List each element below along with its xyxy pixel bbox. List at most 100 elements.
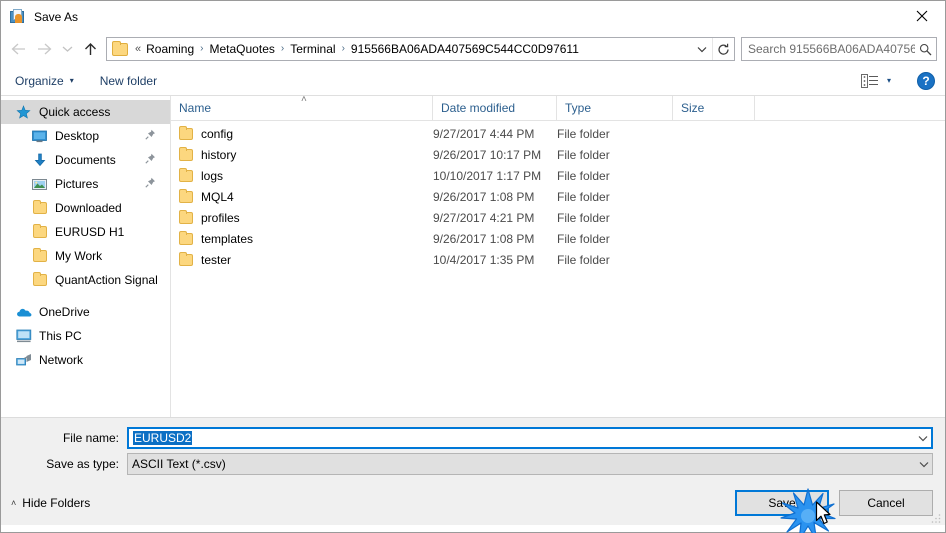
table-row[interactable]: templates 9/26/2017 1:08 PM File folder <box>171 228 945 249</box>
up-arrow-icon[interactable] <box>77 36 103 62</box>
filename-value-wrap[interactable]: EURUSD2 <box>129 431 914 445</box>
sidebar-item-network[interactable]: Network <box>1 348 170 372</box>
address-bar[interactable]: « Roaming › MetaQuotes › Terminal › 9155… <box>106 37 735 61</box>
view-mode-chevron-icon[interactable]: ▾ <box>887 76 891 85</box>
new-folder-button[interactable]: New folder <box>100 74 157 88</box>
file-list-header: Name ˄ Date modified Type Size <box>171 93 945 121</box>
folder-icon <box>179 209 193 224</box>
organize-button[interactable]: Organize ▾ <box>15 74 74 88</box>
sidebar-item-eurusd-h1[interactable]: EURUSD H1 <box>1 220 170 244</box>
sidebar-item-this-pc[interactable]: This PC <box>1 324 170 348</box>
search-input[interactable]: Search 915566BA06ADA40756... <box>742 42 915 56</box>
folder-icon <box>112 40 128 56</box>
chevron-down-icon[interactable] <box>692 38 712 60</box>
sidebar-item-label: Documents <box>55 153 116 167</box>
sidebar-item-quick-access[interactable]: Quick access <box>1 100 170 124</box>
sidebar-item-pictures[interactable]: Pictures <box>1 172 170 196</box>
folder-icon <box>31 224 48 240</box>
file-name-label: MQL4 <box>201 189 234 204</box>
filename-value[interactable]: EURUSD2 <box>133 431 193 445</box>
folder-icon <box>179 188 193 203</box>
resize-grip-icon[interactable] <box>930 511 942 523</box>
column-header-label: Type <box>565 101 592 115</box>
breadcrumb-item-1[interactable]: MetaQuotes <box>208 42 277 56</box>
window-title: Save As <box>34 9 79 24</box>
folder-icon <box>31 272 48 288</box>
folder-icon <box>179 251 193 266</box>
folder-icon <box>31 248 48 264</box>
cancel-button[interactable]: Cancel <box>839 489 933 516</box>
dialog-footer: ˄ Hide Folders Save Cancel <box>1 479 945 525</box>
folder-icon <box>179 230 193 245</box>
chevron-down-icon[interactable] <box>915 461 932 468</box>
file-name-label: templates <box>201 231 254 246</box>
search-icon[interactable] <box>915 43 936 56</box>
help-button[interactable]: ? <box>917 71 935 90</box>
filename-label: File name: <box>62 431 119 445</box>
column-header-name[interactable]: Name ˄ <box>171 93 433 121</box>
breadcrumb-separator[interactable]: › <box>277 44 288 54</box>
table-row[interactable]: history 9/26/2017 10:17 PM File folder <box>171 144 945 165</box>
breadcrumb: « Roaming › MetaQuotes › Terminal › 9155… <box>132 42 692 56</box>
table-row[interactable]: profiles 9/27/2017 4:21 PM File folder <box>171 207 945 228</box>
onedrive-cloud-icon <box>15 304 32 320</box>
dialog-body: Quick access Desktop Documents Pictures … <box>1 93 945 417</box>
hide-folders-label: Hide Folders <box>22 495 91 510</box>
save-button[interactable]: Save <box>735 489 829 516</box>
breadcrumb-item-0[interactable]: Roaming <box>144 42 196 56</box>
sidebar-item-label: Downloaded <box>55 201 122 215</box>
table-row[interactable]: tester 10/4/2017 1:35 PM File folder <box>171 249 945 270</box>
file-name-cell: history <box>171 146 433 162</box>
column-header-type[interactable]: Type <box>557 95 673 121</box>
file-name-label: tester <box>201 252 232 267</box>
close-icon[interactable] <box>899 1 945 31</box>
hide-folders-button[interactable]: ˄ Hide Folders <box>11 496 90 510</box>
table-row[interactable]: logs 10/10/2017 1:17 PM File folder <box>171 165 945 186</box>
table-row[interactable]: config 9/27/2017 4:44 PM File folder <box>171 123 945 144</box>
file-name-label: logs <box>201 168 224 183</box>
sidebar-item-label: This PC <box>39 329 82 343</box>
refresh-icon[interactable] <box>712 38 734 60</box>
table-row[interactable]: MQL4 9/26/2017 1:08 PM File folder <box>171 186 945 207</box>
pin-icon[interactable] <box>145 177 156 191</box>
pin-icon[interactable] <box>145 129 156 143</box>
filetype-row: Save as type: ASCII Text (*.csv) <box>1 453 945 475</box>
file-name-cell: logs <box>171 167 433 183</box>
sidebar-item-label: QuantAction Signal <box>55 273 158 287</box>
search-box[interactable]: Search 915566BA06ADA40756... <box>741 37 937 61</box>
filename-input[interactable]: EURUSD2 <box>127 427 933 449</box>
sidebar-item-label: Network <box>39 353 84 367</box>
sidebar-item-documents[interactable]: Documents <box>1 148 170 172</box>
sort-ascending-icon: ˄ <box>301 93 307 105</box>
chevron-down-icon[interactable] <box>914 435 931 442</box>
command-toolbar: Organize ▾ New folder ▾ ? <box>1 66 945 96</box>
sidebar-item-label: Quick access <box>39 105 111 119</box>
column-header-date-modified[interactable]: Date modified <box>433 95 557 121</box>
pin-icon[interactable] <box>145 153 156 167</box>
back-arrow-icon[interactable] <box>5 36 31 62</box>
breadcrumb-item-3[interactable]: 915566BA06ADA407569C544CC0D97611 <box>349 42 581 56</box>
view-mode-icon[interactable] <box>860 73 880 89</box>
file-name-label: history <box>201 147 237 162</box>
sidebar-item-label: OneDrive <box>39 305 90 319</box>
file-type-cell: File folder <box>557 189 610 204</box>
sidebar-item-label: Pictures <box>55 177 99 191</box>
filetype-value[interactable]: ASCII Text (*.csv) <box>128 457 915 471</box>
breadcrumb-separator[interactable]: › <box>196 44 207 54</box>
sidebar-item-downloaded[interactable]: Downloaded <box>1 196 170 220</box>
forward-arrow-icon[interactable] <box>31 36 57 62</box>
sidebar-item-label: Desktop <box>55 129 100 143</box>
sidebar-item-quantaction-signal[interactable]: QuantAction Signal <box>1 268 170 292</box>
sidebar-item-desktop[interactable]: Desktop <box>1 124 170 148</box>
column-header-size[interactable]: Size <box>673 95 755 121</box>
file-type-cell: File folder <box>557 210 610 225</box>
recent-locations-chevron-icon[interactable] <box>57 36 77 62</box>
breadcrumb-item-2[interactable]: Terminal <box>288 42 337 56</box>
sidebar-item-my-work[interactable]: My Work <box>1 244 170 268</box>
new-folder-label: New folder <box>99 73 158 88</box>
filetype-select[interactable]: ASCII Text (*.csv) <box>127 453 933 475</box>
breadcrumb-overflow[interactable]: « <box>132 43 144 55</box>
breadcrumb-separator[interactable]: › <box>338 44 349 54</box>
file-date-cell: 9/26/2017 1:08 PM <box>433 231 535 246</box>
sidebar-item-onedrive[interactable]: OneDrive <box>1 300 170 324</box>
